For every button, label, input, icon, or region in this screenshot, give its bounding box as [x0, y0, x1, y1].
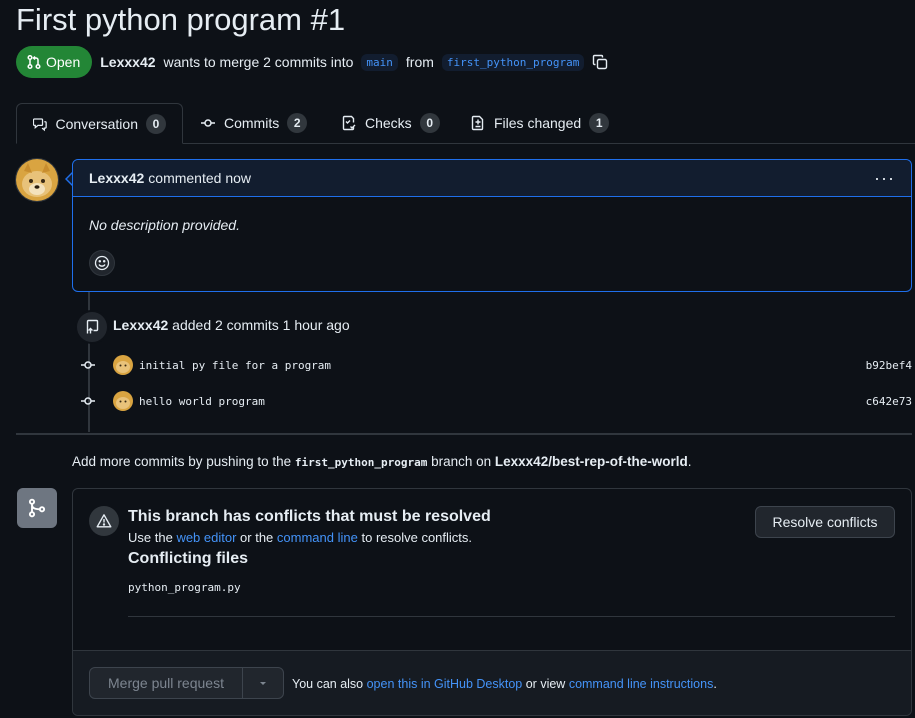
command-line-link[interactable]: command line: [277, 530, 358, 545]
add-reaction-button[interactable]: [89, 250, 115, 276]
hint-branch: first_python_program: [294, 456, 428, 469]
tab-files-changed[interactable]: Files changed 1: [454, 103, 625, 143]
tab-checks[interactable]: Checks 0: [325, 103, 456, 143]
comment-author-link[interactable]: Lexxx42: [89, 170, 144, 186]
commit-message-link[interactable]: initial py file for a program: [139, 359, 331, 372]
pr-author-link[interactable]: Lexxx42: [100, 54, 155, 70]
push-event-text: added 2 commits 1 hour ago: [172, 317, 350, 333]
state-badge: Open: [16, 46, 93, 78]
tab-label: Commits: [224, 115, 280, 131]
push-event: Lexxx42 added 2 commits 1 hour ago: [113, 317, 350, 333]
base-branch[interactable]: main: [361, 53, 398, 71]
from-word: from: [405, 54, 434, 70]
comment-header: Lexxx42 commented now ···: [73, 160, 911, 197]
merge-box: This branch has conflicts that must be r…: [72, 488, 912, 716]
desc-mid: or the: [240, 530, 274, 545]
comment-body: No description provided.: [89, 217, 240, 233]
hint-prefix: Add more commits by pushing to the: [72, 454, 292, 469]
git-merge-icon: [17, 488, 57, 528]
push-hint: Add more commits by pushing to the first…: [72, 454, 691, 469]
files-separator: [128, 616, 895, 617]
conflicting-files-title: Conflicting files: [128, 550, 248, 567]
tab-counter: 0: [146, 113, 166, 134]
pr-description-comment: Lexxx42 commented now ··· No description…: [72, 159, 912, 292]
commit-row: hello world program c642e73: [80, 391, 912, 411]
conflicting-file: python_program.py: [128, 581, 241, 594]
tab-counter: 2: [287, 113, 308, 133]
desc-suffix: to resolve conflicts.: [361, 530, 473, 545]
merge-button-group: Merge pull request: [89, 667, 284, 699]
commit-row: initial py file for a program b92bef4: [80, 355, 912, 375]
desc-prefix: Use the: [128, 530, 173, 545]
tab-commits[interactable]: Commits 2: [184, 103, 323, 143]
merge-method-dropdown[interactable]: [243, 668, 283, 698]
also-suffix: .: [713, 677, 717, 691]
push-author-link[interactable]: Lexxx42: [113, 317, 168, 333]
triangle-down-icon: [260, 682, 266, 685]
hint-suffix: .: [687, 454, 692, 469]
web-editor-link[interactable]: web editor: [176, 530, 236, 545]
checklist-icon: [342, 115, 356, 131]
git-commit-icon: [80, 357, 96, 373]
pull-request-icon: [27, 54, 41, 70]
hint-middle: branch on: [431, 454, 492, 469]
resolve-conflicts-button[interactable]: Resolve conflicts: [755, 506, 895, 538]
pr-title: First python program #1: [16, 2, 346, 37]
git-commit-icon: [80, 393, 96, 409]
alternate-options: You can also open this in GitHub Desktop…: [292, 677, 717, 691]
alert-icon: [89, 506, 119, 536]
conflict-title: This branch has conflicts that must be r…: [128, 508, 491, 525]
pr-meta: Open Lexxx42 wants to merge 2 commits in…: [16, 46, 608, 78]
commit-author-avatar[interactable]: [113, 355, 133, 375]
git-commit-icon: [201, 119, 215, 127]
comment-discussion-icon: [33, 117, 47, 131]
tab-counter: 1: [589, 113, 610, 133]
tab-counter: 0: [419, 113, 440, 133]
cli-instructions-link[interactable]: command line instructions: [569, 677, 714, 691]
tab-conversation[interactable]: Conversation 0: [16, 103, 183, 144]
merge-pull-request-button[interactable]: Merge pull request: [90, 668, 243, 698]
repo-push-icon: [75, 310, 109, 344]
commit-sha-link[interactable]: c642e73: [866, 395, 912, 408]
conflict-description: Use the web editor or the command line t…: [128, 530, 472, 545]
commit-sha-link[interactable]: b92bef4: [866, 359, 912, 372]
kebab-horizontal-icon[interactable]: ···: [874, 168, 895, 189]
pr-tabs: Conversation 0 Commits 2 Checks 0 Files …: [16, 103, 915, 144]
state-label: Open: [46, 54, 81, 70]
copy-icon[interactable]: [592, 54, 608, 70]
timeline-divider: [16, 433, 912, 435]
file-diff-icon: [471, 115, 484, 131]
open-desktop-link[interactable]: open this in GitHub Desktop: [367, 677, 523, 691]
smiley-icon: [94, 255, 110, 271]
also-prefix: You can also: [292, 677, 364, 691]
head-branch[interactable]: first_python_program: [441, 53, 585, 71]
merge-footer: Merge pull request You can also open thi…: [73, 650, 911, 715]
author-avatar[interactable]: [15, 158, 59, 202]
commit-author-avatar[interactable]: [113, 391, 133, 411]
pr-summary: wants to merge 2 commits into: [163, 54, 354, 70]
tab-label: Checks: [365, 115, 412, 131]
also-mid: or view: [525, 677, 566, 691]
commit-message-link[interactable]: hello world program: [139, 395, 265, 408]
tab-label: Conversation: [55, 115, 139, 132]
hint-repo: Lexxx42/best-rep-of-the-world: [494, 454, 688, 469]
tab-label: Files changed: [494, 115, 582, 131]
comment-action: commented now: [148, 170, 251, 186]
